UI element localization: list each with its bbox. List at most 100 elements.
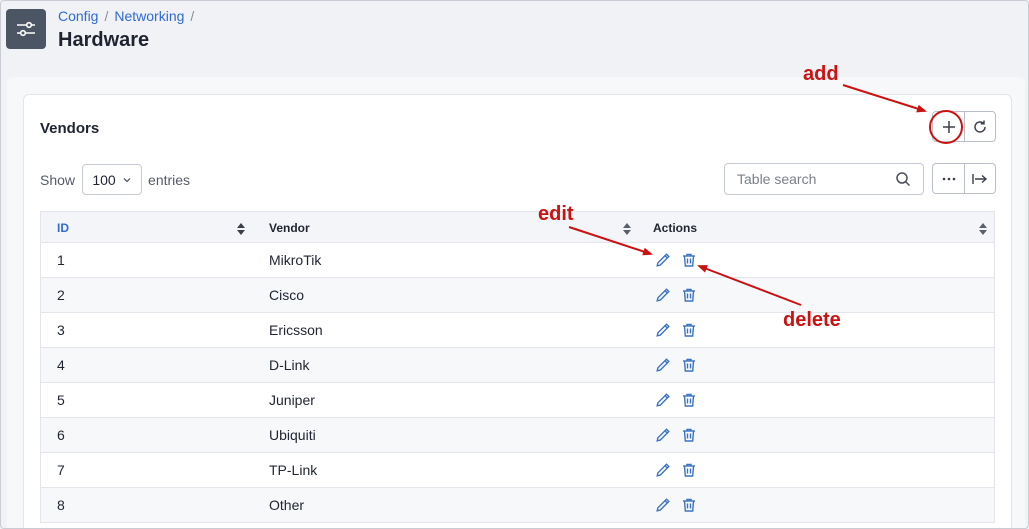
cell-id: 3	[57, 322, 65, 338]
edit-button[interactable]	[654, 356, 672, 374]
pencil-icon	[656, 463, 670, 477]
cell-id: 7	[57, 462, 65, 478]
trash-icon	[683, 393, 695, 407]
row-actions	[654, 278, 698, 312]
delete-button[interactable]	[680, 391, 698, 409]
pencil-icon	[656, 253, 670, 267]
edit-button[interactable]	[654, 321, 672, 339]
header-id[interactable]: ID	[57, 212, 69, 244]
delete-button[interactable]	[680, 356, 698, 374]
cell-vendor: Ubiquiti	[269, 427, 316, 443]
table-row: 3 Ericsson	[40, 313, 995, 348]
edit-button[interactable]	[654, 391, 672, 409]
table-search-input[interactable]: Table search	[724, 163, 924, 195]
table-row: 1 MikroTik	[40, 243, 995, 278]
table-body: 1 MikroTik 2 Cisco 3 Ericsson 4 D-Link 5 Juniper 6…	[40, 243, 995, 523]
header-actions[interactable]: Actions	[653, 212, 697, 244]
annotation-add: add	[803, 63, 839, 85]
trash-icon	[683, 253, 695, 267]
pencil-icon	[656, 393, 670, 407]
row-actions	[654, 313, 698, 347]
annotation-delete: delete	[783, 309, 841, 331]
edit-button[interactable]	[654, 426, 672, 444]
cell-vendor: MikroTik	[269, 252, 322, 268]
row-actions	[654, 488, 698, 522]
refresh-button[interactable]	[964, 112, 995, 141]
row-actions	[654, 418, 698, 452]
edit-button[interactable]	[654, 496, 672, 514]
table-row: 4 D-Link	[40, 348, 995, 383]
cell-id: 1	[57, 252, 65, 268]
cell-vendor: Other	[269, 497, 305, 513]
cell-vendor: Ericsson	[269, 322, 323, 338]
export-button[interactable]	[964, 164, 995, 193]
trash-icon	[683, 358, 695, 372]
cell-id: 6	[57, 427, 65, 443]
search-placeholder: Table search	[737, 171, 817, 187]
delete-button[interactable]	[680, 286, 698, 304]
delete-button[interactable]	[680, 461, 698, 479]
trash-icon	[683, 323, 695, 337]
cell-vendor: Juniper	[269, 392, 315, 408]
table-row: 2 Cisco	[40, 278, 995, 313]
delete-button[interactable]	[680, 426, 698, 444]
pencil-icon	[656, 428, 670, 442]
sort-icon[interactable]	[237, 223, 245, 235]
more-options-button[interactable]	[933, 164, 964, 193]
sort-icon[interactable]	[623, 223, 631, 235]
plus-icon	[942, 120, 955, 133]
delete-button[interactable]	[680, 496, 698, 514]
delete-button[interactable]	[680, 321, 698, 339]
entries-select[interactable]: 100	[82, 164, 143, 195]
page-header: Config / Networking / Hardware	[1, 1, 1028, 71]
vendors-card: Vendors Show 100 entries Table search ID…	[23, 94, 1012, 528]
row-actions	[654, 453, 698, 487]
pencil-icon	[656, 498, 670, 512]
edit-button[interactable]	[654, 251, 672, 269]
search-icon	[896, 172, 911, 187]
entries-control: Show 100 entries	[40, 164, 190, 195]
cell-id: 2	[57, 287, 65, 303]
cell-vendor: D-Link	[269, 357, 310, 373]
card-actions	[932, 111, 996, 142]
row-actions	[654, 243, 698, 277]
table-tools	[932, 163, 996, 194]
delete-button[interactable]	[680, 251, 698, 269]
trash-icon	[683, 498, 695, 512]
table-header: ID Vendor Actions	[40, 211, 995, 243]
add-button[interactable]	[933, 112, 964, 141]
sort-icon[interactable]	[979, 223, 987, 235]
breadcrumb: Config / Networking /	[58, 8, 194, 24]
row-actions	[654, 348, 698, 382]
cell-id: 5	[57, 392, 65, 408]
sliders-icon	[6, 9, 46, 49]
breadcrumb-networking[interactable]: Networking	[114, 8, 184, 24]
vendors-table: ID Vendor Actions 1 MikroTik 2 Cisco 3 Ericss…	[40, 211, 995, 523]
table-row: 5 Juniper	[40, 383, 995, 418]
chevron-down-icon	[123, 177, 131, 182]
trash-icon	[683, 428, 695, 442]
breadcrumb-config[interactable]: Config	[58, 8, 98, 24]
pencil-icon	[656, 288, 670, 302]
edit-button[interactable]	[654, 286, 672, 304]
header-vendor[interactable]: Vendor	[269, 212, 310, 244]
breadcrumb-separator: /	[104, 8, 109, 24]
pencil-icon	[656, 358, 670, 372]
entries-value: 100	[92, 171, 116, 188]
breadcrumb-separator: /	[190, 8, 195, 24]
trash-icon	[683, 288, 695, 302]
row-actions	[654, 383, 698, 417]
annotation-edit: edit	[538, 203, 574, 225]
cell-vendor: Cisco	[269, 287, 305, 303]
card-title: Vendors	[40, 120, 100, 137]
pencil-icon	[656, 323, 670, 337]
ellipsis-icon	[942, 177, 955, 180]
table-row: 8 Other	[40, 488, 995, 523]
show-label: Show	[40, 171, 76, 188]
cell-id: 4	[57, 357, 65, 373]
trash-icon	[683, 463, 695, 477]
edit-button[interactable]	[654, 461, 672, 479]
app-window: Config / Networking / Hardware Vendors S…	[0, 0, 1029, 529]
entries-suffix: entries	[148, 171, 191, 188]
table-row: 6 Ubiquiti	[40, 418, 995, 453]
